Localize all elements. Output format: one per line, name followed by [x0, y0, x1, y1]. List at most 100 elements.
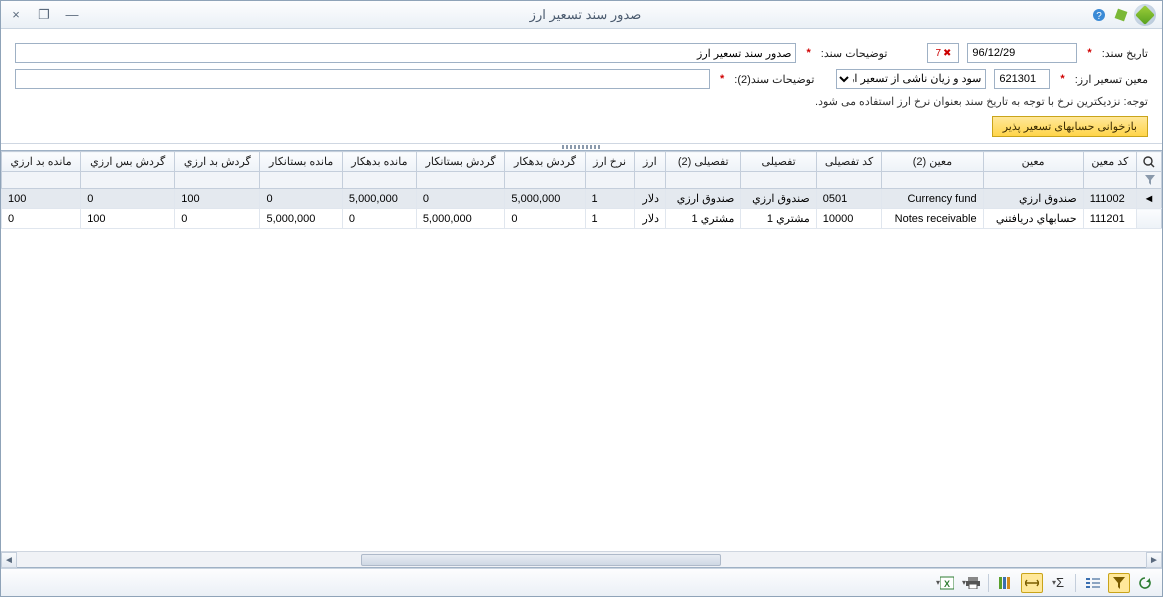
svg-text:X: X [944, 579, 950, 589]
cell: 100 [175, 189, 260, 209]
columns-button[interactable] [995, 573, 1017, 593]
header-row: کد معین معین معین (2) کد تفصیلی تفصیلی ت… [2, 152, 1162, 172]
calendar-icon: ✖ [943, 48, 951, 59]
cell: 0 [342, 209, 416, 229]
bottom-toolbar: Σ ▾ ▾ X ▾ [1, 568, 1162, 596]
svg-text:?: ? [1096, 11, 1102, 22]
chevron-down-icon: ▾ [962, 578, 966, 587]
row-indicator [1137, 209, 1162, 229]
desc-input[interactable] [15, 43, 796, 63]
cell: 0501 [816, 189, 881, 209]
maximize-icon[interactable]: ❐ [35, 6, 53, 24]
separator [988, 574, 989, 592]
col-header[interactable]: گردش بدهکار [505, 152, 585, 172]
desc-label: توضیحات سند: [821, 47, 888, 60]
col-header[interactable]: تفصیلی (2) [666, 152, 741, 172]
cell: 10000 [816, 209, 881, 229]
cell: 5,000,000 [342, 189, 416, 209]
print-button[interactable]: ▾ [960, 573, 982, 593]
date-picker-button[interactable]: ✖ 7 [927, 43, 959, 63]
horizontal-scrollbar[interactable]: ◄ ► [1, 551, 1162, 567]
cell: حسابهاي دريافتني [983, 209, 1083, 229]
col-header[interactable]: کد معین [1083, 152, 1136, 172]
help-icon[interactable]: ? [1090, 6, 1108, 24]
acc-select[interactable]: سود و زیان ناشی از تسعیر ار [836, 69, 986, 89]
cell: 0 [260, 189, 342, 209]
cell: 111201 [1083, 209, 1136, 229]
chevron-down-icon: ▾ [936, 578, 940, 587]
cell: 5,000,000 [505, 189, 585, 209]
col-header[interactable]: تفصیلی [741, 152, 816, 172]
table-row[interactable]: ◄ 111002 صندوق ارزي Currency fund 0501 ص… [2, 189, 1162, 209]
filter-row[interactable] [2, 172, 1162, 189]
filter-button[interactable] [1108, 573, 1130, 593]
cell: 111002 [1083, 189, 1136, 209]
close-icon[interactable]: × [7, 6, 25, 24]
cell: 0 [416, 189, 505, 209]
table-row[interactable]: 111201 حسابهاي دريافتني Notes receivable… [2, 209, 1162, 229]
cell: 5,000,000 [260, 209, 342, 229]
required-mark: * [1087, 47, 1091, 59]
cell: 1 [585, 189, 634, 209]
scroll-thumb[interactable] [361, 554, 721, 566]
cell: 100 [81, 209, 175, 229]
window-controls: × ❐ — [7, 6, 81, 24]
col-header[interactable]: مانده بد ارزي [2, 152, 81, 172]
acc-code-input[interactable] [994, 69, 1050, 89]
col-header[interactable]: گردش بس ارزي [81, 152, 175, 172]
cell: Notes receivable [882, 209, 983, 229]
excel-button[interactable]: X ▾ [934, 573, 956, 593]
group-button[interactable] [1082, 573, 1104, 593]
titlebar: × ❐ — صدور سند تسعیر ارز ? [1, 1, 1162, 29]
scroll-right-icon[interactable]: ► [1146, 552, 1162, 568]
desc2-input[interactable] [15, 69, 710, 89]
reload-accounts-button[interactable]: بازخوانی حسابهای تسعیر پذیر [992, 116, 1148, 137]
date-input[interactable] [967, 43, 1077, 63]
minimize-icon[interactable]: — [63, 6, 81, 24]
data-grid[interactable]: کد معین معین معین (2) کد تفصیلی تفصیلی ت… [1, 151, 1162, 551]
cell: 0 [505, 209, 585, 229]
settings-icon[interactable] [1112, 6, 1130, 24]
col-header[interactable]: گردش بستانکار [416, 152, 505, 172]
cell: 100 [2, 189, 81, 209]
required-mark: * [720, 73, 724, 85]
app-logo [1134, 4, 1156, 26]
titlebar-tools: ? [1090, 4, 1156, 26]
autofit-button[interactable] [1021, 573, 1043, 593]
cell: مشتري 1 [741, 209, 816, 229]
required-mark: * [806, 47, 810, 59]
cell: صندوق ارزي [666, 189, 741, 209]
refresh-button[interactable] [1134, 573, 1156, 593]
date-label: تاریخ سند: [1102, 47, 1148, 60]
cell: 0 [2, 209, 81, 229]
acc-label: معین تسعیر ارز: [1075, 73, 1148, 86]
cell: صندوق ارزي [741, 189, 816, 209]
cell: 1 [585, 209, 634, 229]
col-header[interactable]: ارز [634, 152, 665, 172]
required-mark: * [1060, 73, 1064, 85]
cell: 0 [175, 209, 260, 229]
col-header[interactable]: گردش بد ارزي [175, 152, 260, 172]
col-header[interactable]: مانده بدهکار [342, 152, 416, 172]
window-title: صدور سند تسعیر ارز [81, 7, 1090, 23]
desc2-label: توضیحات سند(2): [734, 73, 814, 86]
grid-wrap: کد معین معین معین (2) کد تفصیلی تفصیلی ت… [1, 150, 1162, 568]
calendar-icon-2: 7 [935, 48, 941, 59]
col-header[interactable]: مانده بستانکار [260, 152, 342, 172]
note-text: توجه: نزدیکترین نرخ با توجه به تاریخ سند… [15, 95, 1148, 108]
sigma-button[interactable]: Σ ▾ [1047, 573, 1069, 593]
cell: دلار [634, 209, 665, 229]
scroll-left-icon[interactable]: ◄ [1, 552, 17, 568]
cell: Currency fund [882, 189, 983, 209]
col-header[interactable]: معین [983, 152, 1083, 172]
cell: مشتري 1 [666, 209, 741, 229]
chevron-down-icon: ▾ [1052, 578, 1056, 587]
splitter-handle-icon [562, 145, 602, 149]
search-column-header[interactable] [1137, 152, 1162, 172]
col-header[interactable]: نرخ ارز [585, 152, 634, 172]
col-header[interactable]: کد تفصیلی [816, 152, 881, 172]
sigma-icon: Σ [1056, 575, 1064, 590]
filter-icon-cell[interactable] [1137, 172, 1162, 189]
form-area: تاریخ سند: * ✖ 7 توضیحات سند: * معین تسع… [1, 29, 1162, 144]
col-header[interactable]: معین (2) [882, 152, 983, 172]
